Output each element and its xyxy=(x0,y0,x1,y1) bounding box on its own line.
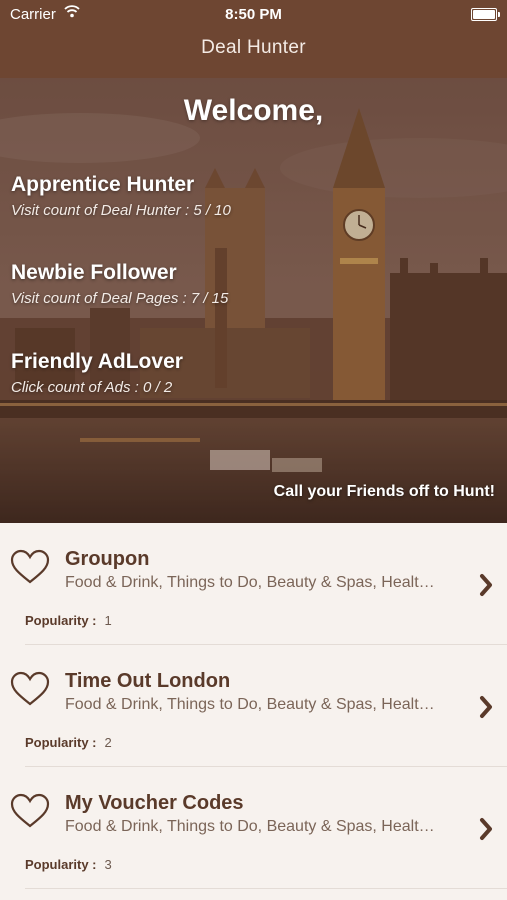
welcome-title: Welcome, xyxy=(183,94,324,127)
level-newbie-follower: Newbie Follower Visit count of Deal Page… xyxy=(11,261,228,307)
deal-row[interactable]: My Voucher Codes Food & Drink, Things to… xyxy=(0,767,507,889)
chevron-right-icon[interactable] xyxy=(479,695,493,724)
popularity-label: Popularity : xyxy=(25,857,97,872)
invite-friends-link[interactable]: Call your Friends off to Hunt! xyxy=(274,483,495,501)
heart-outline-icon[interactable] xyxy=(10,671,50,712)
deal-categories: Food & Drink, Things to Do, Beauty & Spa… xyxy=(65,574,435,591)
chevron-right-icon[interactable] xyxy=(479,573,493,602)
popularity: Popularity : 2 xyxy=(25,735,112,750)
level-friendly-adlover: Friendly AdLover Click count of Ads : 0 … xyxy=(11,350,183,396)
navigation-bar: Deal Hunter xyxy=(0,28,507,78)
battery-icon xyxy=(471,8,500,21)
popularity-label: Popularity : xyxy=(25,735,97,750)
deal-row[interactable]: Groupon Food & Drink, Things to Do, Beau… xyxy=(0,523,507,645)
level-detail: Visit count of Deal Hunter : 5 / 10 xyxy=(11,202,231,219)
level-name: Friendly AdLover xyxy=(11,350,183,373)
nav-title: Deal Hunter xyxy=(201,37,306,58)
deal-name: Groupon xyxy=(65,548,150,570)
deal-row[interactable]: Time Out London Food & Drink, Things to … xyxy=(0,645,507,767)
deal-name: My Voucher Codes xyxy=(65,792,244,814)
heart-outline-icon[interactable] xyxy=(10,793,50,834)
deal-categories: Food & Drink, Things to Do, Beauty & Spa… xyxy=(65,696,435,713)
deal-categories: Food & Drink, Things to Do, Beauty & Spa… xyxy=(65,818,435,835)
popularity: Popularity : 1 xyxy=(25,613,112,628)
status-bar: Carrier 8:50 PM xyxy=(0,0,507,28)
popularity: Popularity : 3 xyxy=(25,857,112,872)
status-time: 8:50 PM xyxy=(225,6,282,23)
level-name: Apprentice Hunter xyxy=(11,173,195,196)
deal-list: Groupon Food & Drink, Things to Do, Beau… xyxy=(0,523,507,889)
chevron-right-icon[interactable] xyxy=(479,817,493,846)
welcome-banner: Welcome, Apprentice Hunter Visit count o… xyxy=(0,78,507,523)
popularity-value: 1 xyxy=(104,613,112,628)
level-apprentice-hunter: Apprentice Hunter Visit count of Deal Hu… xyxy=(11,173,231,219)
row-divider xyxy=(25,888,507,889)
heart-outline-icon[interactable] xyxy=(10,549,50,590)
popularity-value: 2 xyxy=(104,735,112,750)
popularity-value: 3 xyxy=(104,857,112,872)
popularity-label: Popularity : xyxy=(25,613,97,628)
deal-name: Time Out London xyxy=(65,670,231,692)
level-detail: Visit count of Deal Pages : 7 / 15 xyxy=(11,290,229,307)
level-name: Newbie Follower xyxy=(11,261,177,284)
level-detail: Click count of Ads : 0 / 2 xyxy=(11,379,173,396)
